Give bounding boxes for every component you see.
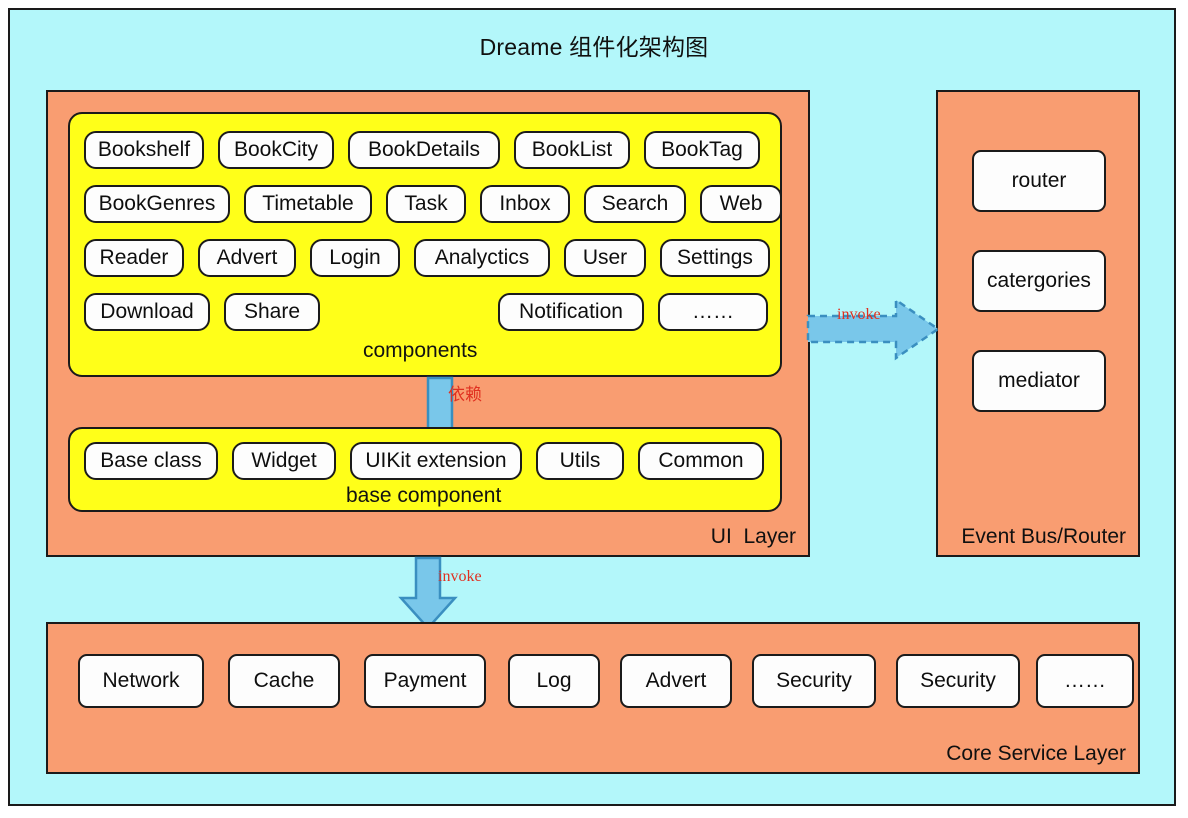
component-task[interactable]: Task — [386, 185, 466, 223]
base-item-widget[interactable]: Widget — [232, 442, 336, 480]
component-web[interactable]: Web — [700, 185, 782, 223]
event-bus-label: Event Bus/Router — [961, 525, 1126, 548]
core-item-security-2[interactable]: Security — [896, 654, 1020, 708]
component-timetable[interactable]: Timetable — [244, 185, 372, 223]
component-search[interactable]: Search — [584, 185, 686, 223]
invoke-down-arrow-label: invoke — [438, 568, 482, 585]
component-bookcity[interactable]: BookCity — [218, 131, 334, 169]
components-group: Bookshelf BookCity BookDetails BookList … — [68, 112, 782, 377]
page-title: Dreame 组件化架构图 — [479, 34, 709, 60]
component-share[interactable]: Share — [224, 293, 320, 331]
dependency-arrow-label: 依赖 — [448, 385, 482, 405]
component-user[interactable]: User — [564, 239, 646, 277]
core-item-payment[interactable]: Payment — [364, 654, 486, 708]
core-item-security-1[interactable]: Security — [752, 654, 876, 708]
component-login[interactable]: Login — [310, 239, 400, 277]
component-bookgenres[interactable]: BookGenres — [84, 185, 230, 223]
component-analyctics[interactable]: Analyctics — [414, 239, 550, 277]
component-bookdetails[interactable]: BookDetails — [348, 131, 500, 169]
base-component-caption: base component — [346, 484, 502, 507]
core-item-advert[interactable]: Advert — [620, 654, 732, 708]
core-item-ellipsis[interactable]: …… — [1036, 654, 1134, 708]
base-item-uikit-extension[interactable]: UIKit extension — [350, 442, 522, 480]
core-item-cache[interactable]: Cache — [228, 654, 340, 708]
event-bus-panel: router catergories mediator Event Bus/Ro… — [936, 90, 1140, 557]
core-item-network[interactable]: Network — [78, 654, 204, 708]
component-bookshelf[interactable]: Bookshelf — [84, 131, 204, 169]
component-notification[interactable]: Notification — [498, 293, 644, 331]
ui-layer-panel: Bookshelf BookCity BookDetails BookList … — [46, 90, 810, 557]
base-item-common[interactable]: Common — [638, 442, 764, 480]
component-reader[interactable]: Reader — [84, 239, 184, 277]
diagram-canvas: Dreame 组件化架构图 Bookshelf BookCity BookDet… — [8, 8, 1176, 806]
ui-layer-label: UI Layer — [710, 525, 796, 548]
base-item-utils[interactable]: Utils — [536, 442, 624, 480]
component-download[interactable]: Download — [84, 293, 210, 331]
base-item-base-class[interactable]: Base class — [84, 442, 218, 480]
eventbus-item-mediator[interactable]: mediator — [972, 350, 1106, 412]
component-ellipsis[interactable]: …… — [658, 293, 768, 331]
components-caption: components — [363, 339, 478, 362]
core-item-log[interactable]: Log — [508, 654, 600, 708]
core-service-label: Core Service Layer — [946, 742, 1126, 765]
core-service-panel: Network Cache Payment Log Advert Securit… — [46, 622, 1140, 774]
eventbus-item-catergories[interactable]: catergories — [972, 250, 1106, 312]
component-booklist[interactable]: BookList — [514, 131, 630, 169]
component-inbox[interactable]: Inbox — [480, 185, 570, 223]
eventbus-item-router[interactable]: router — [972, 150, 1106, 212]
base-component-group: Base class Widget UIKit extension Utils … — [68, 427, 782, 512]
component-advert[interactable]: Advert — [198, 239, 296, 277]
component-booktag[interactable]: BookTag — [644, 131, 760, 169]
invoke-right-arrow-label: invoke — [837, 306, 881, 323]
component-settings[interactable]: Settings — [660, 239, 770, 277]
